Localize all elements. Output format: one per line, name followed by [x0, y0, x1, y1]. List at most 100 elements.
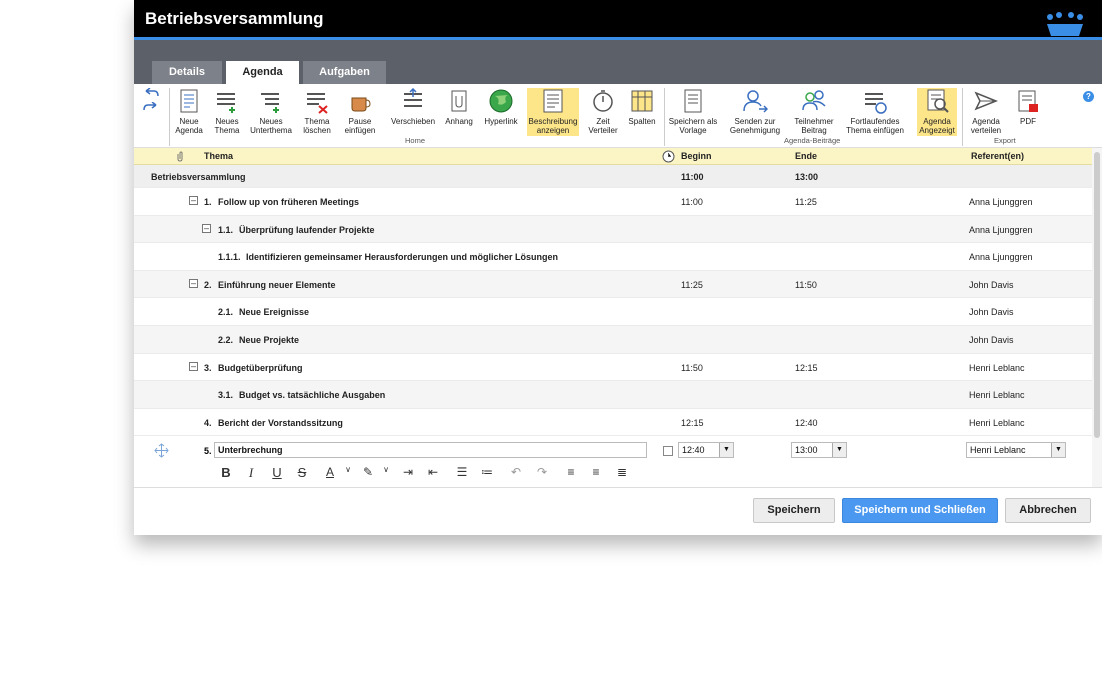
- time-settings-icon[interactable]: [662, 150, 675, 163]
- template-icon: [684, 89, 702, 113]
- save-as-template-button[interactable]: Speichern als Vorlage: [667, 88, 719, 135]
- participants-icon: [802, 90, 826, 111]
- pdf-button[interactable]: PDF: [1012, 88, 1044, 126]
- start-time-select[interactable]: 12:40 ▼: [678, 442, 734, 458]
- send-for-approval-button[interactable]: Senden zur Genehmigung: [724, 88, 786, 135]
- edit-row-number: 5.: [204, 446, 212, 456]
- table-row[interactable]: 3.1. Budget vs. tatsächliche Ausgaben He…: [134, 381, 1092, 409]
- numbered-list-icon[interactable]: ≔: [477, 465, 497, 483]
- show-description-button[interactable]: Beschreibung anzeigen: [527, 88, 579, 136]
- redo-icon[interactable]: ↷: [532, 465, 552, 483]
- table-row[interactable]: – 1. Follow up von früheren Meetings 11:…: [134, 188, 1092, 216]
- collapse-icon[interactable]: –: [189, 196, 198, 205]
- paperclip-icon: [177, 151, 183, 162]
- chevron-down-icon[interactable]: ∨: [376, 465, 396, 483]
- table-row[interactable]: 2.1. Neue Ereignisse John Davis: [134, 298, 1092, 326]
- table-row[interactable]: – 2. Einführung neuer Elemente 11:25 11:…: [134, 270, 1092, 299]
- attachment-button[interactable]: Anhang: [442, 88, 476, 126]
- indent-icon[interactable]: ⇥: [398, 465, 418, 483]
- distribute-agenda-button[interactable]: Agenda verteilen: [966, 88, 1006, 135]
- align-left-icon[interactable]: ≡: [561, 465, 581, 483]
- delete-topic-button[interactable]: Thema löschen: [298, 88, 336, 135]
- bullet-list-icon[interactable]: ☰: [452, 465, 472, 483]
- table-row[interactable]: – 1.1. Überprüfung laufender Projekte An…: [134, 215, 1092, 244]
- header-speakers[interactable]: Referent(en): [971, 151, 1024, 161]
- agenda-header: Thema Beginn Ende Referent(en): [134, 148, 1092, 165]
- new-subtopic-button[interactable]: Neues Unterthema: [248, 88, 294, 135]
- underline-icon[interactable]: U: [267, 465, 287, 483]
- cancel-button[interactable]: Abbrechen: [1005, 498, 1091, 523]
- chevron-down-icon[interactable]: ▼: [719, 443, 733, 457]
- redo-icon[interactable]: [142, 102, 160, 114]
- italic-icon[interactable]: I: [241, 465, 261, 483]
- tab-agenda[interactable]: Agenda: [226, 61, 299, 84]
- bold-icon[interactable]: B: [216, 465, 236, 483]
- tab-aufgaben[interactable]: Aufgaben: [303, 61, 386, 84]
- table-row[interactable]: – 3. Budgetüberprüfung 11:50 12:15 Henri…: [134, 354, 1092, 382]
- collapse-icon[interactable]: –: [189, 278, 198, 288]
- title-bar: Betriebsversammlung: [134, 0, 1102, 37]
- time-distributor-button[interactable]: Zeit Verteiler: [584, 88, 622, 135]
- meeting-window: Betriebsversammlung Details Agenda Aufga…: [134, 0, 1102, 535]
- app-logo-icon: [1047, 12, 1083, 36]
- meeting-row[interactable]: Betriebsversammlung 11:00 13:00: [134, 165, 1092, 188]
- window-title: Betriebsversammlung: [145, 9, 324, 28]
- send-icon: [974, 91, 999, 111]
- undo-icon[interactable]: ↶: [506, 465, 526, 483]
- speaker-select[interactable]: Henri Leblanc ▼: [966, 442, 1066, 458]
- save-button[interactable]: Speichern: [753, 498, 835, 523]
- outdent-icon[interactable]: ⇤: [423, 465, 443, 483]
- description-icon: [543, 89, 563, 113]
- group-home-label: Home: [405, 136, 426, 145]
- meeting-start: 11:00: [681, 172, 704, 182]
- stopwatch-icon: [593, 90, 613, 112]
- header-start[interactable]: Beginn: [681, 151, 712, 161]
- participant-contribution-button[interactable]: Teilnehmer Beitrag: [791, 88, 837, 135]
- new-agenda-icon: [180, 89, 198, 113]
- align-center-icon[interactable]: ≡: [586, 465, 606, 483]
- header-topic[interactable]: Thema: [204, 151, 233, 161]
- meeting-end: 13:00: [795, 172, 819, 182]
- font-color-icon[interactable]: A: [320, 465, 340, 483]
- end-time-select[interactable]: 13:00 ▼: [791, 442, 847, 458]
- attachment-icon: [451, 90, 467, 112]
- scrollbar-thumb[interactable]: [1094, 152, 1100, 438]
- ribbon-toolbar: Neue Agenda Neues Thema Neues Unterthema…: [134, 84, 1102, 148]
- chevron-down-icon[interactable]: ▼: [832, 443, 846, 457]
- agenda-shown-button[interactable]: Agenda Angezeigt: [917, 88, 957, 136]
- agenda-list: Betriebsversammlung 11:00 13:00 – 1. Fol…: [134, 165, 1092, 437]
- coffee-cup-icon: [351, 97, 371, 112]
- header-end[interactable]: Ende: [795, 151, 817, 161]
- table-row[interactable]: 1.1.1. Identifizieren gemeinsamer Heraus…: [134, 243, 1092, 271]
- topic-title-input[interactable]: Unterbrechung: [214, 442, 647, 458]
- columns-button[interactable]: Spalten: [626, 88, 658, 126]
- tab-details[interactable]: Details: [152, 61, 222, 84]
- insert-break-button[interactable]: Pause einfügen: [340, 88, 380, 135]
- hyperlink-button[interactable]: Hyperlink: [480, 88, 522, 126]
- scrollbar[interactable]: [1092, 148, 1102, 488]
- save-and-close-button[interactable]: Speichern und Schließen: [842, 498, 998, 523]
- new-topic-button[interactable]: Neues Thema: [210, 88, 244, 135]
- move-button[interactable]: Verschieben: [390, 88, 436, 126]
- justify-icon[interactable]: ≣: [612, 465, 632, 483]
- continuing-topic-icon: [865, 93, 887, 114]
- strikethrough-icon[interactable]: S: [292, 465, 312, 483]
- highlight-icon[interactable]: ✎: [358, 465, 378, 483]
- chevron-down-icon[interactable]: ▼: [1051, 443, 1065, 457]
- break-checkbox[interactable]: [663, 446, 673, 456]
- new-topic-icon: [217, 93, 235, 113]
- table-row[interactable]: 4. Bericht der Vorstandssitzung 12:15 12…: [134, 409, 1092, 437]
- help-icon[interactable]: ?: [1083, 91, 1094, 102]
- delete-topic-icon: [307, 93, 328, 114]
- table-row[interactable]: 2.2. Neue Projekte John Davis: [134, 325, 1092, 354]
- new-agenda-button[interactable]: Neue Agenda: [172, 88, 206, 135]
- insert-continuing-topic-button[interactable]: Fortlaufendes Thema einfügen: [842, 88, 908, 135]
- collapse-icon[interactable]: –: [202, 223, 211, 233]
- pdf-icon: [1018, 90, 1038, 112]
- drag-handle-icon[interactable]: [154, 443, 169, 458]
- new-subtopic-icon: [261, 93, 279, 113]
- undo-icon[interactable]: [142, 88, 160, 100]
- collapse-icon[interactable]: –: [189, 361, 198, 371]
- chevron-down-icon[interactable]: ∨: [338, 465, 358, 483]
- globe-icon: [489, 89, 513, 113]
